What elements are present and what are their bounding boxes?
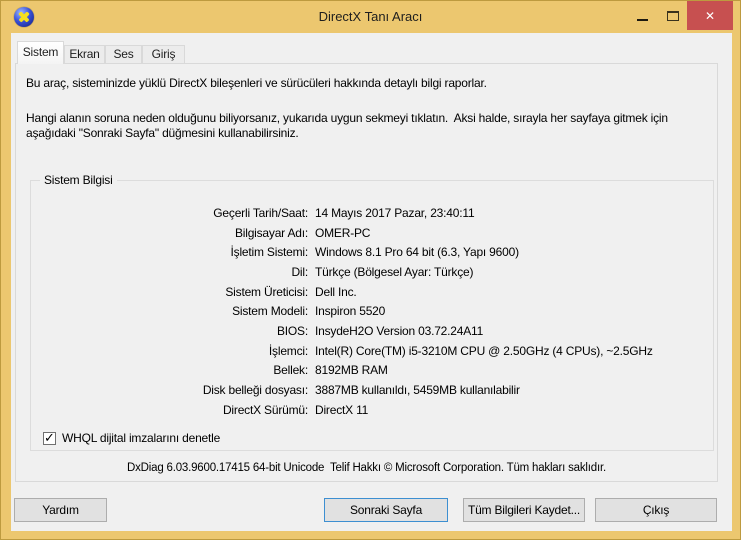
minimize-button[interactable] bbox=[627, 1, 657, 30]
titlebar[interactable]: DirectX Tanı Aracı ✕ bbox=[1, 1, 740, 33]
help-button[interactable]: Yardım bbox=[14, 498, 107, 522]
close-icon: ✕ bbox=[704, 8, 716, 23]
intro-paragraph-2: Hangi alanın soruna neden olduğunu biliy… bbox=[26, 111, 671, 140]
whql-checkbox-label: WHQL dijital imzalarını denetle bbox=[62, 431, 221, 445]
info-row-language: Dil: Türkçe (Bölgesel Ayar: Türkçe) bbox=[291, 264, 474, 279]
dxdiag-version-status: DxDiag 6.03.9600.17415 64-bit Unicode Te… bbox=[127, 462, 606, 474]
minimize-icon bbox=[636, 19, 648, 21]
info-row-os: İşletim Sistemi: Windows 8.1 Pro 64 bit … bbox=[230, 245, 520, 260]
tab-ses[interactable]: Ses bbox=[105, 45, 142, 63]
info-row-memory: Bellek: 8192MB RAM bbox=[273, 363, 388, 378]
intro-paragraph-1: Bu araç, sisteminizde yüklü DirectX bile… bbox=[26, 76, 487, 90]
whql-checkbox[interactable]: ✓ WHQL dijital imzalarını denetle bbox=[43, 429, 221, 445]
check-icon: ✓ bbox=[44, 429, 55, 445]
info-row-manufacturer: Sistem Üreticisi: Dell Inc. bbox=[225, 284, 357, 299]
groupbox-title: Sistem Bilgisi bbox=[40, 173, 117, 187]
info-row-bios: BIOS: InsydeH2O Version 03.72.24A11 bbox=[276, 323, 484, 338]
exit-button[interactable]: Çıkış bbox=[595, 498, 717, 522]
save-all-information-button[interactable]: Tüm Bilgileri Kaydet... bbox=[463, 498, 585, 522]
checkbox-box[interactable]: ✓ bbox=[43, 429, 56, 445]
system-info-groupbox: Sistem Bilgisi Geçerli Tarih/Saat: 14 Ma… bbox=[30, 173, 714, 451]
tab-page-sistem: Bu araç, sisteminizde yüklü DirectX bile… bbox=[15, 63, 718, 482]
maximize-icon bbox=[667, 10, 679, 21]
info-row-model: Sistem Modeli: Inspiron 5520 bbox=[232, 304, 386, 319]
system-info-rows: Geçerli Tarih/Saat: 14 Mayıs 2017 Pazar,… bbox=[31, 203, 713, 420]
info-row-processor: İşlemci: Intel(R) Core(TM) i5-3210M CPU … bbox=[268, 343, 653, 358]
tab-ekran[interactable]: Ekran bbox=[64, 45, 105, 63]
close-button[interactable]: ✕ bbox=[687, 1, 733, 30]
info-row-pagefile: Disk belleği dosyası: 3887MB kullanıldı,… bbox=[202, 383, 520, 398]
dxdiag-window: DirectX Tanı Aracı ✕ Sistem Ekran Ses Gi… bbox=[0, 0, 741, 540]
tab-sistem[interactable]: Sistem bbox=[17, 41, 64, 64]
tab-giris[interactable]: Giriş bbox=[142, 45, 185, 63]
dialog-client-area: Sistem Ekran Ses Giriş Bu araç, sistemin… bbox=[11, 33, 732, 531]
info-row-computer-name: Bilgisayar Adı: OMER-PC bbox=[234, 225, 371, 240]
next-page-button[interactable]: Sonraki Sayfa bbox=[324, 498, 448, 522]
info-row-directx-version: DirectX Sürümü: DirectX 11 bbox=[222, 402, 369, 417]
maximize-button[interactable] bbox=[659, 1, 687, 30]
info-row-date: Geçerli Tarih/Saat: 14 Mayıs 2017 Pazar,… bbox=[213, 205, 475, 220]
